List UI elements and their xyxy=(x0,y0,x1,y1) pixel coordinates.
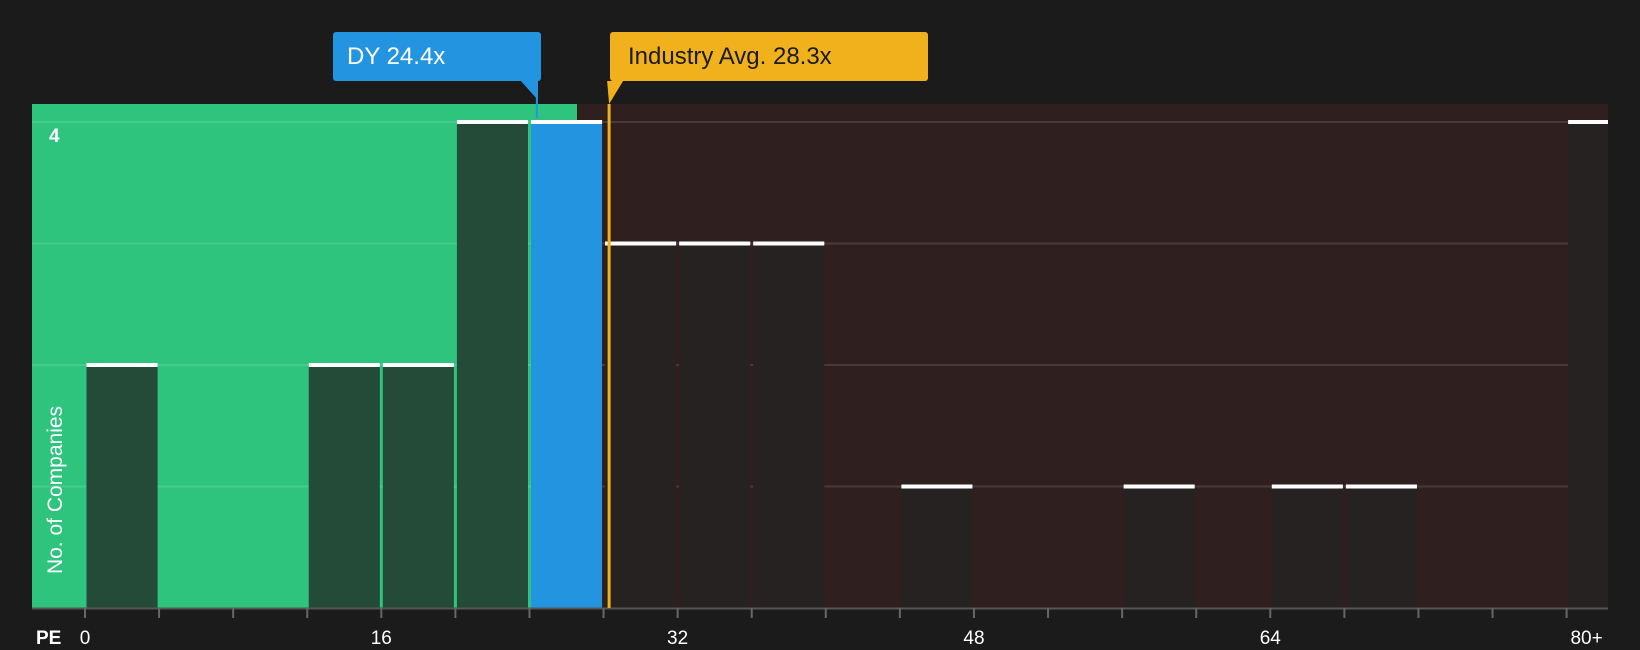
histogram-bar xyxy=(530,122,603,608)
histogram-bar xyxy=(308,365,380,608)
x-tick-label: 32 xyxy=(667,628,689,649)
histogram-bar-cap xyxy=(86,363,158,367)
histogram-bar-cap xyxy=(605,241,677,246)
chart-canvas xyxy=(32,81,1608,618)
histogram-bar-cap xyxy=(1271,484,1343,489)
x-tick-label: 80+ xyxy=(1570,628,1603,649)
histogram-bar xyxy=(1271,486,1343,608)
x-tick-label: 64 xyxy=(1259,628,1281,649)
histogram-bar-cap xyxy=(753,241,825,246)
company-pe-callout: DY 24.4x xyxy=(333,32,541,81)
x-tick-label: 16 xyxy=(370,628,392,649)
histogram-bar-cap xyxy=(308,363,380,367)
y-max-tick-label: 4 xyxy=(49,126,60,147)
x-axis-title: PE xyxy=(36,628,62,649)
pe-distribution-chart: DY 24.4x Industry Avg. 28.3x No. of Comp… xyxy=(0,0,1640,650)
x-tick-label: 48 xyxy=(963,628,985,649)
histogram-bar-cap xyxy=(679,241,751,246)
histogram-bar xyxy=(605,243,677,608)
industry-average-callout: Industry Avg. 28.3x xyxy=(610,32,928,81)
histogram-bar-cap xyxy=(530,120,603,124)
industry-callout-pointer xyxy=(607,81,624,104)
histogram-bar xyxy=(753,243,825,608)
histogram-bar-cap xyxy=(901,484,973,489)
histogram-bar xyxy=(382,365,454,608)
histogram-bar xyxy=(901,486,973,608)
histogram-bar xyxy=(456,122,528,608)
histogram-bar-cap xyxy=(1568,120,1608,124)
company-callout-pointer xyxy=(520,81,538,100)
histogram-bar xyxy=(86,365,158,608)
histogram-bar xyxy=(1123,486,1195,608)
y-axis-label: No. of Companies xyxy=(44,405,67,575)
histogram-bar xyxy=(1568,122,1608,608)
histogram-bar xyxy=(1345,486,1417,608)
histogram-bar-cap xyxy=(1123,484,1195,489)
x-tick-label: 0 xyxy=(79,628,91,649)
histogram-bar-cap xyxy=(382,363,454,367)
histogram-bar-cap xyxy=(1345,484,1417,489)
histogram-bar-cap xyxy=(456,120,528,124)
histogram-bar xyxy=(679,243,751,608)
